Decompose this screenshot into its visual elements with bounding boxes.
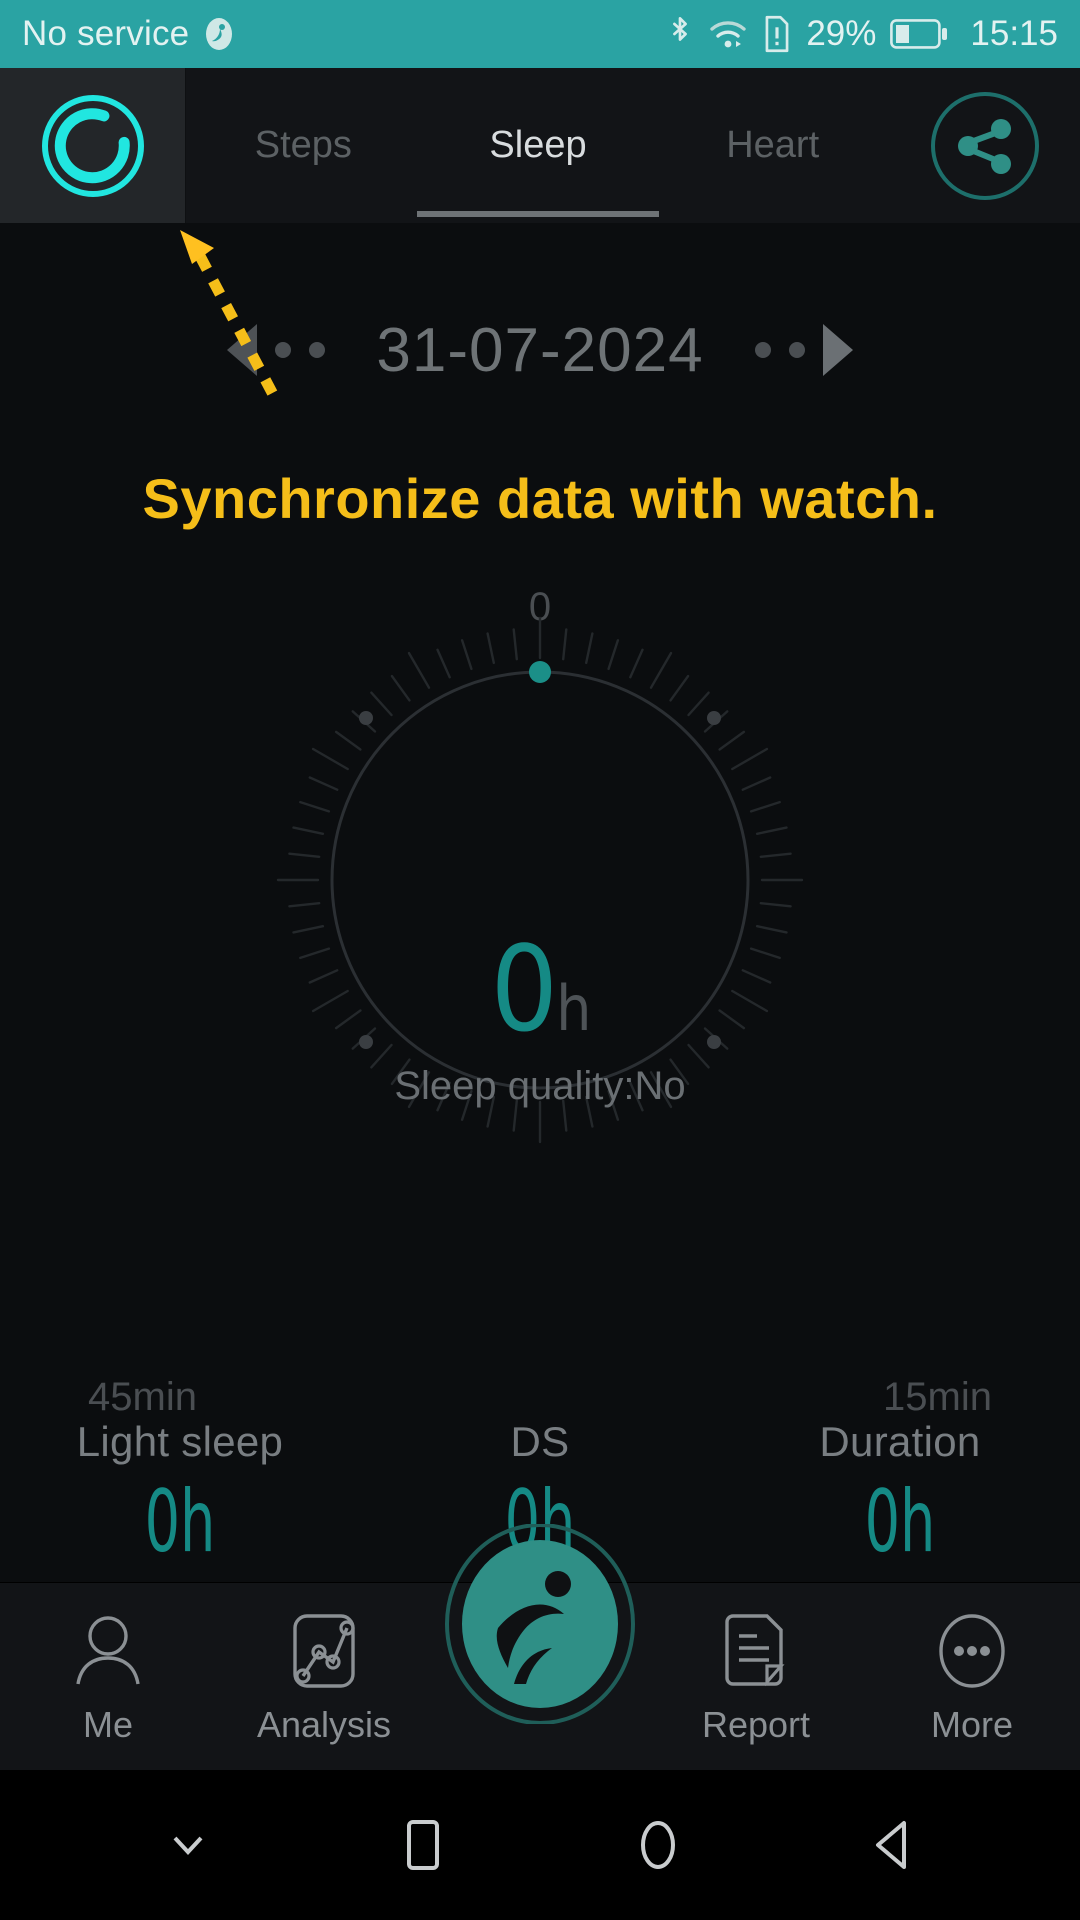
stat-light-sleep: Light sleep 0h: [0, 1418, 360, 1608]
person-icon: [76, 1615, 140, 1684]
hide-nav-button[interactable]: [128, 1818, 248, 1872]
chevron-down-icon: [173, 1836, 202, 1855]
app-logo-fab-button[interactable]: [440, 1524, 640, 1724]
share-icon: [931, 91, 1039, 200]
bluetooth-icon: [666, 15, 694, 53]
dial-marker-dot: [529, 661, 551, 683]
date-next-button[interactable]: [755, 324, 853, 376]
sim-alert-icon: [762, 15, 792, 53]
share-button[interactable]: [890, 68, 1080, 223]
nav-dot: [789, 342, 805, 358]
dial-label-45min: 45min: [88, 1375, 197, 1419]
nav-item-more[interactable]: More: [864, 1608, 1080, 1746]
nav-item-report[interactable]: Report: [648, 1608, 864, 1746]
battery-percent-label: 29%: [806, 14, 877, 53]
app-logo-runner-icon: [462, 1540, 618, 1708]
active-tab-indicator: [417, 211, 659, 217]
nav-label: Analysis: [256, 1703, 392, 1745]
nav-dot: [275, 342, 291, 358]
home-circle-icon: [640, 1821, 675, 1869]
stat-label: DS: [510, 1418, 570, 1465]
sync-button[interactable]: [0, 68, 186, 223]
nav-item-me[interactable]: Me: [0, 1608, 216, 1746]
battery-icon: [890, 19, 948, 49]
document-icon: [725, 1613, 785, 1686]
stat-duration: Duration 0h: [720, 1418, 1080, 1608]
stat-value: 0h: [144, 1472, 216, 1572]
tab-steps[interactable]: Steps: [186, 68, 421, 223]
ellipsis-circle-icon: [939, 1613, 1005, 1688]
top-tab-bar: Steps Sleep Heart: [0, 68, 1080, 223]
nav-dot: [755, 342, 771, 358]
current-date-label[interactable]: 31-07-2024: [325, 315, 755, 386]
tab-sleep[interactable]: Sleep: [421, 68, 656, 223]
status-bar: No service 29% 15:15: [0, 0, 1080, 68]
sleep-quality-label: Sleep quality:No: [394, 1064, 686, 1108]
recents-button[interactable]: [363, 1815, 483, 1875]
dial-corner-dot: [359, 711, 373, 725]
sync-refresh-icon: [41, 94, 144, 197]
sleep-dial: 0 0h Sleep quality:No 45min 15min 30min: [0, 585, 1080, 1696]
nav-label: Me: [82, 1703, 133, 1745]
tab-heart[interactable]: Heart: [655, 68, 890, 223]
dial-value: 0h: [490, 920, 592, 1058]
tab-list: Steps Sleep Heart: [186, 68, 890, 223]
wifi-icon: [708, 17, 748, 51]
date-navigation: 31-07-2024: [0, 300, 1080, 400]
dial-center-readout: 0h Sleep quality:No: [0, 920, 1080, 1109]
home-button[interactable]: [598, 1815, 718, 1875]
back-button[interactable]: [833, 1815, 953, 1875]
triangle-left-icon: [227, 324, 257, 376]
clock-label: 15:15: [970, 14, 1058, 53]
app-badge-icon: [201, 16, 237, 52]
annotation-text: Synchronize data with watch.: [142, 467, 938, 530]
chart-icon: [293, 1613, 355, 1688]
stat-label: Duration: [819, 1418, 981, 1465]
nav-label: Report: [701, 1703, 811, 1745]
nav-dot: [309, 342, 325, 358]
status-bar-left: No service: [22, 14, 237, 54]
stat-value: 0h: [864, 1472, 936, 1572]
carrier-label: No service: [22, 14, 190, 53]
app-root: No service 29% 15:15 Steps Sleep Heart 3…: [0, 0, 1080, 1920]
dial-corner-dot: [707, 711, 721, 725]
nav-label: More: [930, 1703, 1014, 1745]
status-bar-right: 29% 15:15: [666, 14, 1058, 54]
android-navigation-bar: [0, 1770, 1080, 1920]
back-triangle-icon: [875, 1821, 906, 1869]
date-prev-button[interactable]: [227, 324, 325, 376]
recents-square-icon: [406, 1820, 439, 1870]
stat-label: Light sleep: [76, 1418, 284, 1465]
triangle-right-icon: [823, 324, 853, 376]
dial-label-15min: 15min: [883, 1375, 992, 1419]
nav-item-analysis[interactable]: Analysis: [216, 1608, 432, 1746]
